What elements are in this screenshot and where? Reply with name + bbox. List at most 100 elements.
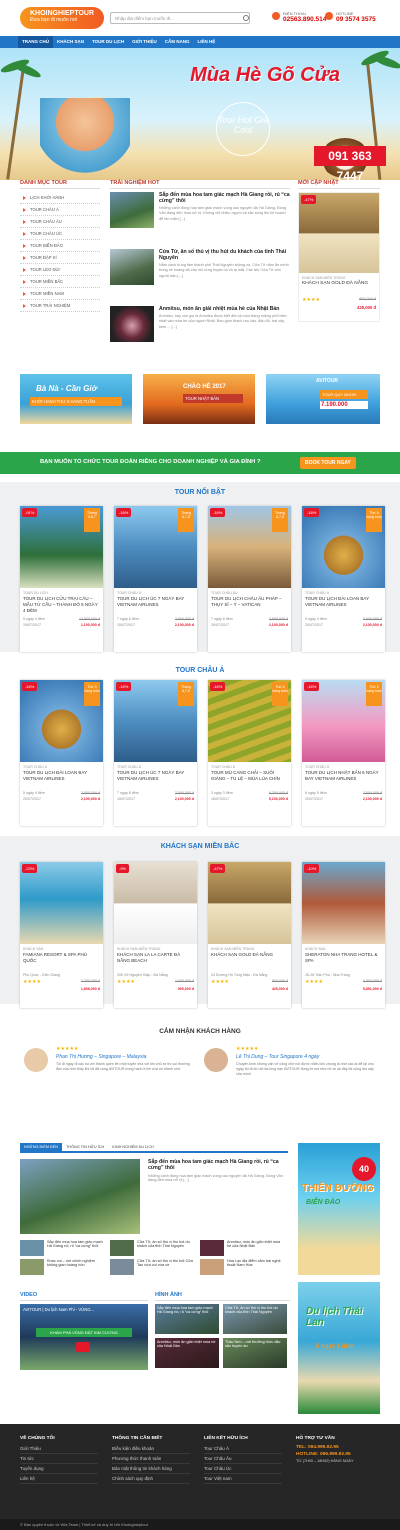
- nav-contact[interactable]: LIÊN HỆ: [194, 36, 220, 48]
- nav-about[interactable]: GIỚI THIỆU: [128, 36, 161, 48]
- product-image[interactable]: -10%: [302, 862, 385, 944]
- footer-tel[interactable]: TEL: 094.999.92.95: [296, 1444, 380, 1451]
- sidebar-item[interactable]: TOUR CHÂU Á: [20, 204, 100, 216]
- sidebar-item[interactable]: TOUR TRẢI NGHIỆM: [20, 300, 100, 312]
- article-thumb[interactable]: [110, 249, 154, 285]
- product-image[interactable]: -47%: [208, 862, 291, 944]
- footer-link[interactable]: Tour Việt nam: [204, 1474, 282, 1484]
- sidebar-item[interactable]: TOUR CHÂU ÂU: [20, 216, 100, 228]
- product-image[interactable]: -16% Thứ 6 hàng tuần: [302, 680, 385, 762]
- product-name[interactable]: TOUR DU LỊCH ÚC 7 NGÀY BAY VIETNAM AIRLI…: [114, 596, 197, 616]
- book-tour-button[interactable]: BOOK TOUR NGAY: [300, 457, 356, 469]
- footer-link[interactable]: Phương thức thanh toán: [112, 1454, 190, 1464]
- hotline-number[interactable]: 09 3574 3575: [336, 16, 376, 23]
- article-title[interactable]: Sắp đến mùa hoa tam giác mạch Hà Giang r…: [159, 192, 290, 204]
- sidebar-item[interactable]: TOUR MIỀN NAM: [20, 288, 100, 300]
- product-card[interactable]: -91% Tháng 5,6,7 TOUR DU LỊCH TOUR DU LỊC…: [20, 506, 103, 652]
- search-icon[interactable]: [243, 15, 249, 21]
- news-item[interactable]: Hòa Lạc địa điểm cắm trại nghệ thuật Nam…: [200, 1259, 284, 1275]
- newest-card[interactable]: -47% KHÁCH SẠN MIỀN TRUNG KHÁCH SẠN GOLD…: [298, 192, 380, 322]
- video-player[interactable]: AVITOUR | Du lịch Nam Phi - VÙNG... KHÁM…: [20, 1304, 148, 1370]
- footer-link[interactable]: Tour Châu Úc: [204, 1464, 282, 1474]
- sidebar-item[interactable]: TOUR BIỂN ĐẢO: [20, 240, 100, 252]
- product-name[interactable]: TOUR DU LỊCH ÚC 7 NGÀY BAY VIETNAM AIRLI…: [114, 770, 197, 790]
- ad-banner-quynhon[interactable]: AVITOUR TOUR QUY NHƠN 7.190.000: [266, 374, 380, 424]
- site-logo[interactable]: KHOINGHIEPTOUR Đưa bạn đi muôn nơi: [20, 7, 104, 29]
- news-item[interactable]: Khác vui – nơi chinh nghiệm không gian h…: [20, 1259, 104, 1275]
- product-card[interactable]: -16% Tháng 6,7,8 TOUR CHÂU Á TOUR DU LỊCH…: [114, 506, 197, 652]
- sidebar-item[interactable]: TOUR ĐẶP XÍ: [20, 252, 100, 264]
- ad-banner-japan[interactable]: CHÀO HÈ 2017 TOUR NHẬT BẢN: [143, 374, 255, 424]
- tab-travel-tips[interactable]: KINH NGHIỆM DU LỊCH: [108, 1143, 158, 1151]
- news-item[interactable]: Cửa Tử, ân số thú vị thu hút Cửa Tao vừa…: [110, 1259, 194, 1275]
- footer-link[interactable]: Tour Châu Á: [204, 1444, 282, 1454]
- product-image[interactable]: -9%: [114, 862, 197, 944]
- phone-number[interactable]: 02563.890.514: [283, 16, 326, 23]
- hero-banner[interactable]: Mùa Hè Gõ Cửa Tour Hot Giá Cool 091 363 …: [0, 48, 400, 180]
- article-item[interactable]: Cửa Tử, ân số thú vị thu hút du khách củ…: [110, 249, 290, 301]
- article-item[interactable]: Anmitsu, món ăn giải nhiệt mùa hè của Nh…: [110, 306, 290, 358]
- product-card[interactable]: -16% Tháng 6,7,8 TOUR CHÂU Á TOUR DU LỊCH…: [114, 680, 197, 826]
- lead-article-image[interactable]: [20, 1159, 140, 1234]
- footer-hotline[interactable]: HOTLINE: 096.999.92.95: [296, 1451, 380, 1458]
- footer-link[interactable]: Tour Châu Âu: [204, 1454, 282, 1464]
- product-card[interactable]: -16% Thứ 6 hàng tuần TOUR CHÂU Á TOUR DU …: [302, 506, 385, 652]
- hotel-image[interactable]: [299, 193, 379, 273]
- news-item[interactable]: Sắp đến mùa hoa tam giác mạch Hà Giang r…: [20, 1240, 104, 1256]
- footer-link[interactable]: Chính sách quy định: [112, 1474, 190, 1484]
- product-name[interactable]: TOUR MÙ CANG CHẢI – SUỐI GIÀNG – TÚ LỆ –…: [208, 770, 291, 790]
- product-image[interactable]: -16% Tháng 6,7,8: [114, 506, 197, 588]
- product-image[interactable]: -91% Tháng 5,6,7: [20, 506, 103, 588]
- product-name[interactable]: TOUR DU LỊCH CHÂU ÂU PHÁP – THỤY SĨ – Ý …: [208, 596, 291, 616]
- play-icon[interactable]: [76, 1342, 90, 1352]
- product-card[interactable]: -16% Tháng 6,7,8 TOUR CHÂU ÂU TOUR DU LỊC…: [208, 506, 291, 652]
- tab-useful-info[interactable]: THÔNG TIN HỮU ÍCH: [62, 1143, 108, 1151]
- product-name[interactable]: TOUR DU LỊCH NHẬT BẢN 6 NGÀY BAY VIETNAM…: [302, 770, 385, 790]
- product-image[interactable]: -16% Tháng 6,7,8: [208, 506, 291, 588]
- footer-link[interactable]: Bảo mật thông tin khách hàng: [112, 1464, 190, 1474]
- product-name[interactable]: SHERATON NHA TRANG HOTEL & SPA: [302, 952, 385, 972]
- product-name[interactable]: TOUR DU LỊCH CỬU TRẠI CÂU – MẪU TỬ CẦU –…: [20, 596, 103, 616]
- sidebar-item[interactable]: TOUR LEO NÚI: [20, 264, 100, 276]
- product-image[interactable]: -16% Thứ 6 hàng tuần: [20, 680, 103, 762]
- newest-name[interactable]: KHÁCH SẠN GOLD ĐÀ NẴNG: [299, 281, 379, 295]
- search-input[interactable]: Nhập địa điểm bạn muốn đi...: [110, 12, 250, 24]
- banner-phone[interactable]: 091 363 7447: [314, 146, 386, 180]
- article-title[interactable]: Cửa Tử, ân số thú vị thu hút du khách củ…: [159, 249, 290, 261]
- gallery-item[interactable]: Anmitsu, món ăn giải nhiệt mùa hè của Nh…: [155, 1338, 219, 1368]
- product-card[interactable]: -23% KHÁCH SẠN FAMIANA RESORT & SPA PHÚ …: [20, 862, 103, 1008]
- article-item[interactable]: Sắp đến mùa hoa tam giác mạch Hà Giang r…: [110, 192, 290, 244]
- product-name[interactable]: FAMIANA RESORT & SPA PHÚ QUỐC: [20, 952, 103, 972]
- side-ad-thailand[interactable]: Du lịch Thái Lan 5 ngày 4 đêm: [298, 1282, 380, 1414]
- footer-link[interactable]: Điều kiện điều khoản: [112, 1444, 190, 1454]
- footer-link[interactable]: Tin tức: [20, 1454, 98, 1464]
- product-card[interactable]: -9% KHÁCH SẠN MIỀN TRUNG KHÁCH SẠN LA LA…: [114, 862, 197, 1008]
- product-card[interactable]: -16% Thứ 6 hàng tuần TOUR CHÂU Á TOUR MÙ …: [208, 680, 291, 826]
- product-image[interactable]: -23%: [20, 862, 103, 944]
- nav-guide[interactable]: CẨM NANG: [161, 36, 194, 48]
- product-image[interactable]: -16% Tháng 6,7,8: [114, 680, 197, 762]
- product-image[interactable]: -16% Thứ 6 hàng tuần: [208, 680, 291, 762]
- article-title[interactable]: Anmitsu, món ăn giải nhiệt mùa hè của Nh…: [159, 306, 290, 312]
- footer-link[interactable]: Giới Thiệu: [20, 1444, 98, 1454]
- news-item[interactable]: Anmitsu, món ăn giải nhiệt mùa hè của Nh…: [200, 1240, 284, 1256]
- gallery-item[interactable]: Sắp đến mùa hoa tam giác mạch Hà Giang r…: [155, 1304, 219, 1334]
- nav-tour[interactable]: TOUR DU LỊCH: [88, 36, 128, 48]
- gallery-item[interactable]: Cửa Tử, ân số thú vị thu hút du khách củ…: [223, 1304, 287, 1334]
- product-card[interactable]: -16% Thứ 6 hàng tuần TOUR CHÂU Á TOUR DU …: [20, 680, 103, 826]
- lead-article-title[interactable]: Sắp đến mùa hoa tam giác mạch Hà Giang r…: [148, 1159, 288, 1171]
- nav-hotel[interactable]: KHÁCH SẠN: [53, 36, 88, 48]
- product-card[interactable]: -10% KHÁCH SẠN SHERATON NHA TRANG HOTEL …: [302, 862, 385, 1008]
- footer-link[interactable]: Tuyển dụng: [20, 1464, 98, 1474]
- news-item[interactable]: Cửa Tử, ân số thú vị thu hút du khách củ…: [110, 1240, 194, 1256]
- sidebar-item[interactable]: TOUR MIỀN BẮC: [20, 276, 100, 288]
- product-name[interactable]: KHÁCH SẠN GOLD ĐÀ NẴNG: [208, 952, 291, 972]
- product-name[interactable]: TOUR DU LỊCH ĐÀI LOAN BAY VIETNAM AIRLIN…: [302, 596, 385, 616]
- article-thumb[interactable]: [110, 306, 154, 342]
- product-card[interactable]: -47% KHÁCH SẠN MIỀN TRUNG KHÁCH SẠN GOLD…: [208, 862, 291, 1008]
- sidebar-item[interactable]: LỊCH KHỞI HÀNH: [20, 192, 100, 204]
- product-image[interactable]: -16% Thứ 6 hàng tuần: [302, 506, 385, 588]
- product-card[interactable]: -16% Thứ 6 hàng tuần TOUR CHÂU Á TOUR DU …: [302, 680, 385, 826]
- side-ad-islands[interactable]: 40 THIÊN ĐƯỜNG BIỂN ĐẢO: [298, 1143, 380, 1275]
- product-name[interactable]: KHÁCH SẠN LA LA CARTE ĐÀ NẴNG BEACH: [114, 952, 197, 972]
